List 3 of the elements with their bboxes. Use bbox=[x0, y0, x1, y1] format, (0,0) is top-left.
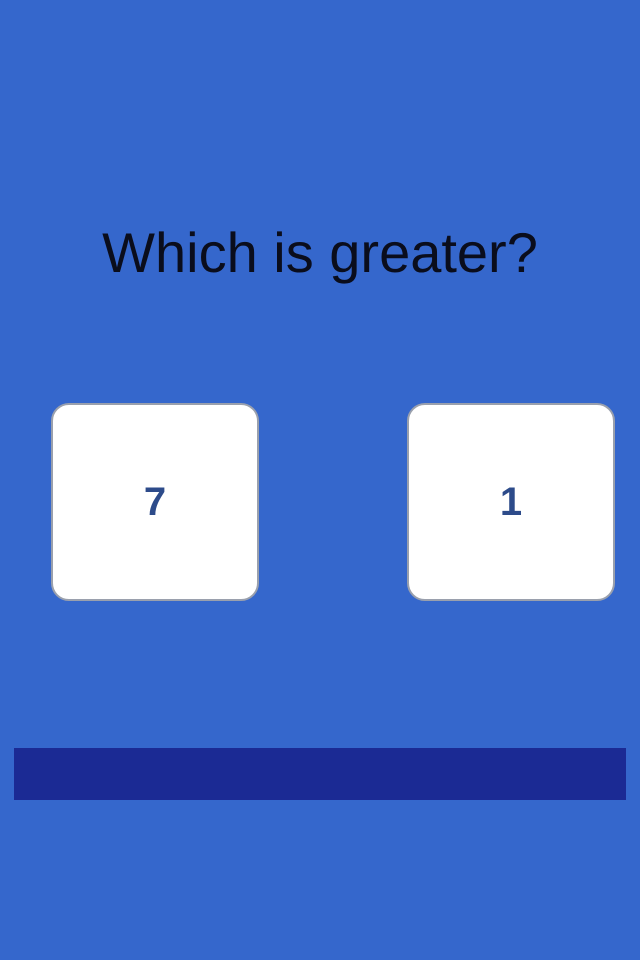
number-button[interactable]: 1 bbox=[407, 403, 615, 601]
question-title: Which is greater? bbox=[102, 221, 538, 285]
number-button[interactable]: 7 bbox=[51, 403, 259, 601]
